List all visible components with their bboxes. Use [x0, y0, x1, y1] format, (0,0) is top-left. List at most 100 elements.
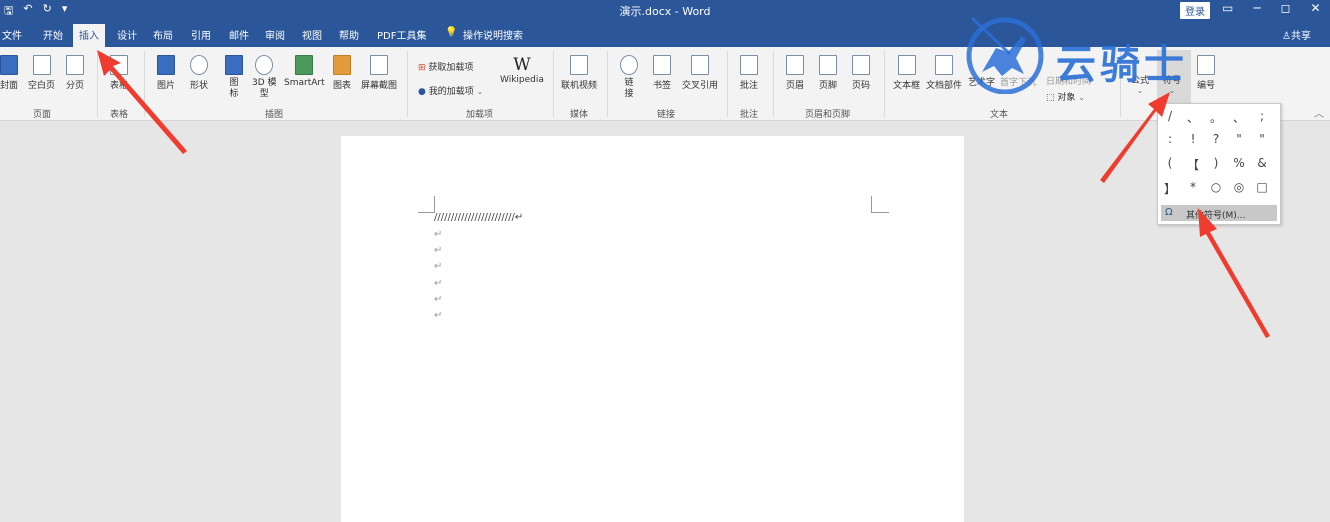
- table-icon: [110, 55, 128, 75]
- blank-page-button[interactable]: 空白页: [28, 55, 55, 91]
- 3d-model-icon: [255, 55, 274, 75]
- symbol-cell[interactable]: ;: [1254, 109, 1270, 123]
- footer-icon: [819, 55, 837, 75]
- symbol-cell[interactable]: ?: [1208, 132, 1224, 146]
- group-media-label: 媒体: [570, 110, 589, 120]
- link-button[interactable]: 链接: [620, 55, 638, 100]
- arrow-to-more-symbols: [1198, 208, 1270, 338]
- group-illustrations-label: 插图: [265, 110, 284, 120]
- group-divider: [553, 51, 554, 117]
- footer-button[interactable]: 页脚: [819, 55, 837, 91]
- shapes-icon: [190, 55, 208, 75]
- knight-logo-icon: [966, 16, 1044, 94]
- lightbulb-icon: 💡: [445, 27, 458, 38]
- symbol-cell[interactable]: ": [1231, 132, 1247, 146]
- paragraph-mark: ↵: [434, 310, 443, 321]
- bookmark-button[interactable]: 书签: [653, 55, 671, 91]
- omega-icon: Ω: [1165, 207, 1173, 218]
- symbol-cell[interactable]: ": [1254, 132, 1270, 146]
- tab-file[interactable]: 文件: [2, 27, 22, 42]
- smartart-button[interactable]: SmartArt: [284, 55, 325, 88]
- group-pages-label: 页面: [33, 110, 52, 120]
- cross-reference-button[interactable]: 交叉引用: [682, 55, 718, 91]
- collapse-ribbon-icon[interactable]: ︿: [1314, 105, 1324, 120]
- tab-home[interactable]: 开始: [43, 27, 63, 42]
- symbol-cell[interactable]: !: [1185, 132, 1201, 146]
- ribbon-display-icon[interactable]: ▭: [1222, 1, 1233, 15]
- document-text-line[interactable]: ////////////////////////↵: [434, 212, 523, 223]
- header-button[interactable]: 页眉: [786, 55, 804, 91]
- online-video-button[interactable]: 联机视频: [561, 55, 597, 91]
- screenshot-button[interactable]: 屏幕截图: [361, 55, 397, 91]
- cover-page-icon: [0, 55, 18, 75]
- comment-button[interactable]: 批注: [740, 55, 758, 91]
- symbol-cell[interactable]: /: [1162, 109, 1178, 123]
- tab-insert[interactable]: 插入: [73, 24, 105, 47]
- tab-mailings[interactable]: 邮件: [229, 27, 249, 42]
- cover-page-button[interactable]: 封面: [0, 55, 18, 91]
- blank-page-icon: [32, 55, 51, 75]
- symbol-cell[interactable]: %: [1231, 156, 1247, 170]
- page-number-button[interactable]: 页码: [852, 55, 870, 91]
- tab-design[interactable]: 设计: [117, 27, 137, 42]
- paragraph-mark: ↵: [434, 245, 443, 256]
- document-page[interactable]: [341, 136, 964, 522]
- quick-parts-icon: [935, 55, 953, 75]
- symbol-cell[interactable]: &: [1254, 156, 1270, 170]
- page-break-icon: [66, 55, 84, 75]
- close-button[interactable]: ✕: [1311, 1, 1321, 15]
- textbox-button[interactable]: 文本框: [893, 55, 920, 91]
- group-divider: [884, 51, 885, 117]
- page-number-icon: [852, 55, 870, 75]
- tab-pdf-tools[interactable]: PDF工具集: [377, 27, 426, 42]
- icons-button[interactable]: 图标: [225, 55, 243, 100]
- symbol-cell[interactable]: (: [1162, 156, 1178, 170]
- symbol-cell[interactable]: 、: [1185, 109, 1201, 126]
- bookmark-icon: [653, 55, 671, 75]
- get-addins-button[interactable]: ⊞ 获取加载项: [418, 60, 473, 73]
- my-addins-button[interactable]: ● 我的加载项 ⌄: [418, 84, 483, 97]
- symbol-cell[interactable]: 【: [1185, 156, 1201, 173]
- smartart-icon: [295, 55, 314, 75]
- share-button[interactable]: ♙共享: [1282, 27, 1311, 42]
- symbol-cell[interactable]: 。: [1208, 109, 1224, 126]
- tab-layout[interactable]: 布局: [153, 27, 173, 42]
- tab-references[interactable]: 引用: [191, 27, 211, 42]
- chart-button[interactable]: 图表: [333, 55, 351, 91]
- tab-help[interactable]: 帮助: [339, 27, 359, 42]
- symbol-cell[interactable]: ○: [1208, 180, 1224, 194]
- header-icon: [786, 55, 804, 75]
- chart-icon: [333, 55, 351, 75]
- picture-icon: [157, 55, 175, 75]
- symbol-cell[interactable]: ◎: [1231, 180, 1247, 194]
- symbol-cell[interactable]: 、: [1231, 109, 1247, 126]
- maximize-button[interactable]: ◻: [1281, 1, 1291, 15]
- symbol-cell[interactable]: *: [1185, 180, 1201, 194]
- group-divider: [407, 51, 408, 117]
- group-divider: [144, 51, 145, 117]
- picture-button[interactable]: 图片: [157, 55, 175, 91]
- more-symbols-item[interactable]: Ω 其他符号(M)...: [1161, 205, 1277, 221]
- table-button[interactable]: 表格: [110, 55, 128, 91]
- group-divider: [773, 51, 774, 117]
- share-label: 共享: [1290, 31, 1311, 42]
- group-links-label: 链接: [657, 110, 676, 120]
- symbol-cell[interactable]: 】: [1162, 180, 1178, 197]
- symbol-cell[interactable]: ): [1208, 156, 1224, 170]
- more-symbols-label: 其他符号(M)...: [1186, 211, 1246, 221]
- tab-view[interactable]: 视图: [302, 27, 322, 42]
- shapes-button[interactable]: 形状: [190, 55, 208, 91]
- tell-me-search[interactable]: 操作说明搜索: [463, 27, 523, 42]
- symbol-cell[interactable]: □: [1254, 180, 1270, 194]
- quick-parts-button[interactable]: 文档部件: [926, 55, 962, 91]
- minimize-button[interactable]: ─: [1253, 1, 1260, 15]
- wikipedia-icon: W: [513, 55, 531, 75]
- symbol-cell[interactable]: :: [1162, 132, 1178, 146]
- tab-review[interactable]: 审阅: [265, 27, 285, 42]
- cross-reference-icon: [691, 55, 709, 75]
- 3d-models-button[interactable]: 3D 模型: [252, 55, 277, 100]
- wikipedia-button[interactable]: W Wikipedia: [500, 55, 544, 85]
- margin-corner-top-left: [418, 196, 435, 213]
- comment-icon: [740, 55, 758, 75]
- page-break-button[interactable]: 分页: [66, 55, 84, 91]
